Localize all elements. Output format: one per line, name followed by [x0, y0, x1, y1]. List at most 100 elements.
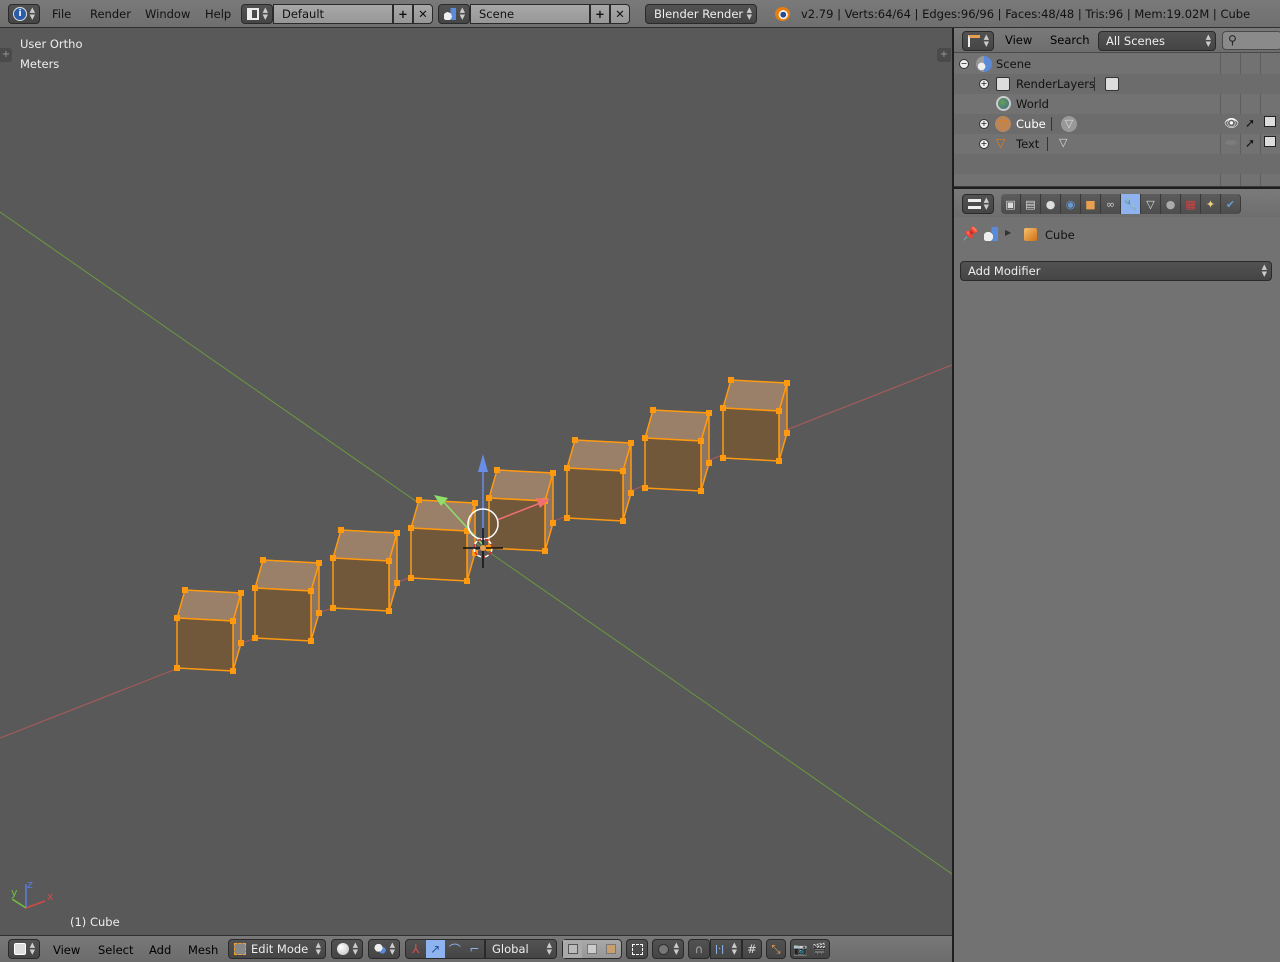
properties-tab-scene[interactable]: ● [1041, 194, 1061, 214]
outliner-row-renderlayers[interactable]: + RenderLayers [954, 74, 1280, 94]
properties-tab-render[interactable]: ▣ [1001, 194, 1021, 214]
properties-tab-material[interactable]: ● [1161, 194, 1181, 214]
opengl-render-animation-icon[interactable]: 🎬 [810, 940, 829, 958]
cube-mesh[interactable] [642, 407, 712, 494]
outliner-menu-search[interactable]: Search [1050, 33, 1090, 47]
scale-manipulator-icon[interactable]: ⌐ [465, 940, 485, 958]
outliner-row-scene[interactable]: − Scene [954, 54, 1280, 74]
render-layer-icon[interactable] [1105, 77, 1119, 91]
selected-vertex[interactable] [238, 590, 244, 596]
cube-mesh[interactable] [564, 437, 634, 524]
selected-vertex[interactable] [486, 495, 492, 501]
visibility-eye-icon[interactable]: 👁 [1224, 116, 1239, 130]
properties-tab-physics[interactable]: ✔ [1221, 194, 1241, 214]
properties-tab-constraints[interactable]: ∞ [1101, 194, 1121, 214]
visibility-eye-closed-icon[interactable] [1225, 140, 1237, 145]
selected-vertex[interactable] [230, 668, 236, 674]
selected-vertex[interactable] [316, 560, 322, 566]
selected-vertex[interactable] [386, 608, 392, 614]
edge-select-icon[interactable] [582, 940, 601, 958]
snap-element-dropdown[interactable]: ǀ·ǀ ▲ ▼ [710, 939, 742, 959]
expand-icon[interactable]: + [979, 119, 989, 129]
selected-vertex[interactable] [628, 440, 634, 446]
selected-vertex[interactable] [260, 557, 266, 563]
selected-vertex[interactable] [416, 497, 422, 503]
selected-vertex[interactable] [776, 458, 782, 464]
cube-mesh[interactable] [174, 587, 244, 674]
menu-view[interactable]: View [53, 943, 80, 957]
selected-vertex[interactable] [628, 490, 634, 496]
selected-vertex[interactable] [238, 640, 244, 646]
menu-mesh[interactable]: Mesh [188, 943, 218, 957]
selected-vertex[interactable] [650, 407, 656, 413]
selected-vertex[interactable] [308, 638, 314, 644]
selected-vertex[interactable] [620, 518, 626, 524]
selected-vertex[interactable] [572, 437, 578, 443]
selected-vertex[interactable] [174, 665, 180, 671]
viewport-shading-dropdown[interactable]: ▲ ▼ [331, 939, 363, 959]
transform-orientation-dropdown[interactable]: Global ▲ ▼ [485, 939, 557, 959]
selected-vertex[interactable] [784, 380, 790, 386]
menu-help[interactable]: Help [205, 7, 231, 21]
properties-tab-modifiers[interactable]: 🔧 [1121, 194, 1141, 214]
proportional-editing-dropdown[interactable]: ▲ ▼ [652, 939, 684, 959]
add-layout-button[interactable]: + [393, 4, 413, 24]
menu-render[interactable]: Render [90, 7, 131, 21]
outliner-editor-type-button[interactable]: ▲ ▼ [962, 31, 994, 51]
selected-vertex[interactable] [784, 430, 790, 436]
vertex-select-icon[interactable] [563, 940, 583, 958]
limit-selection-button[interactable] [626, 939, 648, 959]
editor-type-info-button[interactable]: i ▲ ▼ [8, 4, 40, 24]
snap-target-button[interactable]: # [742, 939, 762, 959]
manipulator-toggle-icon[interactable]: ⅄ [406, 940, 426, 958]
selected-vertex[interactable] [386, 558, 392, 564]
auto-merge-button[interactable]: ⤡ [766, 939, 786, 959]
face-select-icon[interactable] [602, 940, 621, 958]
selected-vertex[interactable] [720, 405, 726, 411]
selected-vertex[interactable] [698, 438, 704, 444]
outliner-menu-view[interactable]: View [1005, 33, 1032, 47]
delete-layout-button[interactable]: ✕ [413, 4, 433, 24]
selected-vertex[interactable] [408, 525, 414, 531]
cube-mesh[interactable] [720, 377, 790, 464]
selected-vertex[interactable] [620, 468, 626, 474]
add-scene-button[interactable]: + [590, 4, 610, 24]
renderability-camera-icon[interactable] [1264, 136, 1276, 147]
cube-mesh[interactable] [408, 497, 478, 584]
mode-dropdown[interactable]: Edit Mode ▲ ▼ [228, 939, 326, 959]
selected-vertex[interactable] [338, 527, 344, 533]
menu-file[interactable]: File [52, 7, 71, 21]
selected-vertex[interactable] [252, 635, 258, 641]
selected-vertex[interactable] [316, 610, 322, 616]
selected-vertex[interactable] [776, 408, 782, 414]
selected-vertex[interactable] [394, 580, 400, 586]
outliner-search-input[interactable]: ⚲ [1222, 31, 1280, 50]
delete-scene-button[interactable]: ✕ [610, 4, 630, 24]
pivot-point-dropdown[interactable]: ▲ ▼ [368, 939, 400, 959]
mesh-data-icon[interactable]: ▽ [1061, 116, 1077, 132]
properties-editor-type-button[interactable]: ▲ ▼ [962, 194, 994, 214]
selected-vertex[interactable] [230, 618, 236, 624]
selected-vertex[interactable] [330, 605, 336, 611]
renderability-camera-icon[interactable] [1264, 116, 1276, 127]
selected-vertex[interactable] [308, 588, 314, 594]
opengl-render-image-icon[interactable]: 📷 [791, 940, 810, 958]
selected-vertex[interactable] [564, 515, 570, 521]
menu-select[interactable]: Select [98, 943, 133, 957]
pin-icon[interactable]: 📌 [962, 227, 978, 242]
add-modifier-dropdown[interactable]: Add Modifier ▲ ▼ [960, 261, 1272, 281]
selected-vertex[interactable] [728, 377, 734, 383]
selected-vertex[interactable] [330, 555, 336, 561]
menu-add[interactable]: Add [149, 943, 171, 957]
translate-manipulator-icon[interactable]: ↗ [425, 940, 445, 958]
selected-vertex[interactable] [698, 488, 704, 494]
selected-vertex[interactable] [542, 548, 548, 554]
properties-tab-data[interactable]: ▽ [1141, 194, 1161, 214]
toolshelf-expand-button[interactable]: + [0, 48, 12, 62]
selected-vertex[interactable] [472, 500, 478, 506]
snap-toggle-button[interactable]: ∩ [688, 939, 710, 959]
z-arrow-head-icon[interactable] [478, 454, 488, 472]
properties-tab-object[interactable]: ■ [1081, 194, 1101, 214]
selected-vertex[interactable] [720, 455, 726, 461]
cube-mesh[interactable] [330, 527, 400, 614]
